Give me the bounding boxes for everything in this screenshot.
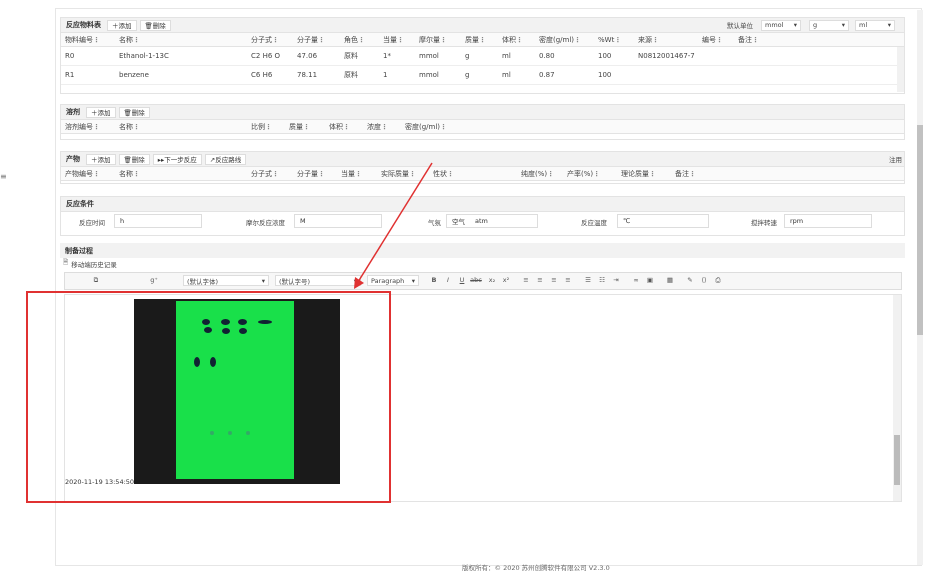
- highlight-arrow: [354, 162, 433, 289]
- footer-copyright: 版权所有：© 2020 苏州创腾软件有限公司 V2.3.0: [462, 564, 610, 572]
